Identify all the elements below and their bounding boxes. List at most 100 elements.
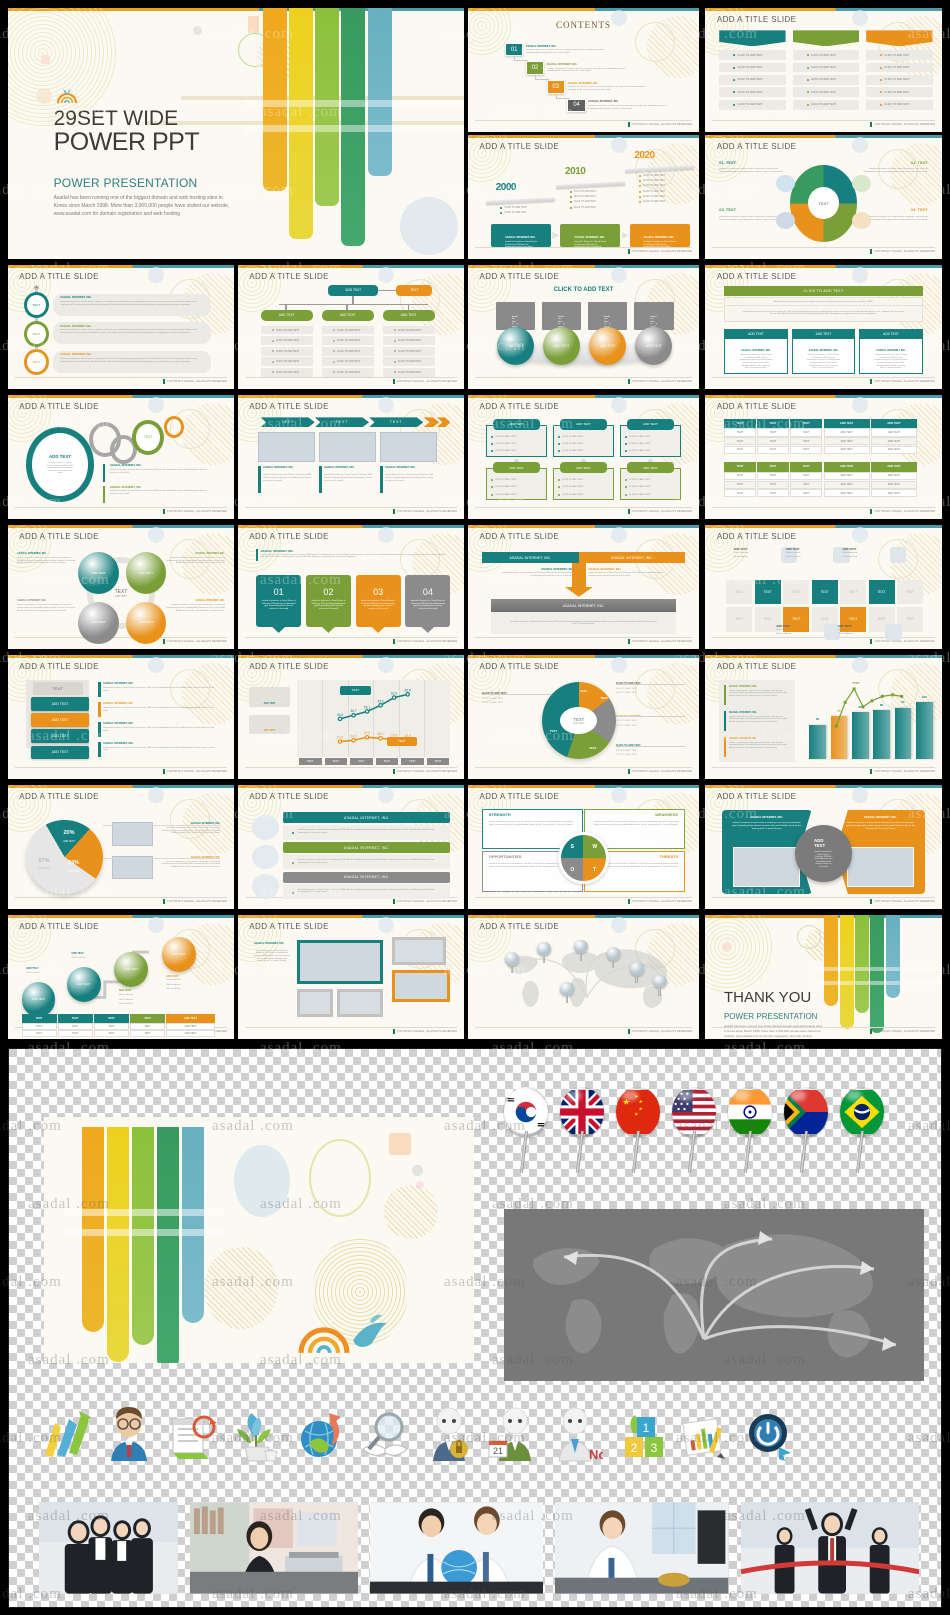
matrix-header[interactable]: ADD TEXT — [493, 461, 540, 474]
slide-numbered-tabs-slide[interactable]: ADD A TITLE SLIDE COPYRIGHT ASADAL, ALLRI… — [238, 525, 464, 649]
slide-four-quadrant-donut-slide[interactable]: ADD A TITLE SLIDE COPYRIGHT ASADAL, ALLRI… — [705, 135, 942, 259]
slide-circular-cycle-slide[interactable]: ADD A TITLE SLIDE COPYRIGHT ASADAL, ALLRI… — [8, 525, 234, 649]
org-row-item[interactable]: CLICK TO ADD TEXT — [321, 357, 374, 367]
column-banner-header[interactable]: CLICK TO ADD TEXT01 — [719, 30, 786, 47]
org-row-item[interactable]: CLICK TO ADD TEXT — [321, 336, 374, 345]
slide-line-chart-slide[interactable]: ADD A TITLE SLIDE COPYRIGHT ASADAL, ALLRI… — [238, 655, 464, 779]
column-row-item[interactable]: CLICK TO ADD TEXT — [719, 99, 786, 110]
column-row-item[interactable]: CLICK TO ADD TEXT — [719, 74, 786, 85]
top-banner[interactable]: CLICK TO ADD TEXT — [723, 286, 924, 296]
org-row-item[interactable]: CLICK TO ADD TEXT — [382, 325, 435, 335]
slide-pie-chart-photos-slide[interactable]: ADD A TITLE SLIDE COPYRIGHT ASADAL, ALLRI… — [8, 785, 234, 909]
stacked-bar[interactable]: ADD TEXT — [30, 729, 90, 744]
column-row-item[interactable]: CLICK TO ADD TEXT — [866, 50, 933, 61]
slide-banner-plus-three-cards-slide[interactable]: ADD A TITLE SLIDE COPYRIGHT ASADAL, ALLRI… — [705, 265, 942, 389]
row-banner[interactable]: ASADAL INTERNET, INC. — [283, 812, 451, 824]
org-row-item[interactable]: CLICK TO ADD TEXT — [321, 346, 374, 356]
left-banner[interactable]: ASADAL INTERNET, INC. — [481, 552, 579, 564]
grid-tile[interactable]: TEXT — [754, 579, 781, 605]
slide-org-chart-slide[interactable]: ADD A TITLE SLIDE COPYRIGHT ASADAL, ALLRI… — [238, 265, 464, 389]
grid-tile[interactable]: TEXT — [726, 606, 753, 632]
card-header[interactable]: ADD TEXT — [791, 329, 856, 340]
slide-photo-collage-slide[interactable]: ADD A TITLE SLIDE COPYRIGHT ASADAL, ALLRI… — [238, 915, 464, 1039]
slide-concentric-rings-slide[interactable]: ADD A TITLE SLIDE COPYRIGHT ASADAL, ALLRI… — [8, 395, 234, 519]
cycle-node[interactable]: ADD TEXT — [78, 601, 119, 645]
slide-two-panel-compare-slide[interactable]: ADD A TITLE SLIDE COPYRIGHT ASADAL, ALLRI… — [705, 785, 942, 909]
slide-tile-grid-callouts-slide[interactable]: ADD A TITLE SLIDE COPYRIGHT ASADAL, ALLRI… — [705, 525, 942, 649]
org-child-node[interactable]: ADD TEXT — [382, 309, 435, 321]
slide-four-sphere-podium-slide[interactable]: ADD A TITLE SLIDE COPYRIGHT ASADAL, ALLRI… — [468, 265, 699, 389]
grid-tile[interactable]: TEXT — [783, 579, 810, 605]
slide-two-tables-slide[interactable]: ADD A TITLE SLIDE COPYRIGHT ASADAL, ALLRI… — [705, 395, 942, 519]
matrix-header[interactable]: ADD TEXT — [560, 418, 607, 430]
compare-center[interactable]: ADD TEXT started its business in Seoul Ko… — [795, 824, 852, 882]
grid-tile[interactable]: TEXT — [840, 579, 867, 605]
column-row-item[interactable]: CLICK TO ADD TEXT — [792, 50, 860, 61]
ring-node[interactable]: TEXT — [23, 292, 49, 319]
tab-card[interactable]: 02 started its business in Seoul Korea in… — [305, 574, 351, 627]
timeline-card[interactable]: ASADAL INTERNET, INC. started its busines… — [560, 224, 621, 248]
sphere-node[interactable]: ADD TEXT — [635, 327, 673, 366]
org-row-item[interactable]: CLICK TO ADD TEXT — [382, 346, 435, 356]
timeline-card[interactable]: ASADAL INTERNET, INC. started its busines… — [491, 224, 552, 248]
grid-tile[interactable]: TEXT — [811, 579, 838, 605]
row-banner[interactable]: ASADAL INTERNET, INC. — [283, 842, 451, 854]
slide-staircase-spheres-slide[interactable]: ADD A TITLE SLIDECOPYRIGHT ASADAL, ALLRI… — [8, 915, 234, 1039]
stacked-bar[interactable]: ADD TEXT — [30, 713, 90, 727]
chevron-tab[interactable]: TEXT — [369, 417, 424, 428]
ring-node[interactable]: TEXT — [23, 349, 49, 376]
slide-icon-banner-list-slide[interactable]: ADD A TITLE SLIDE COPYRIGHT ASADAL, ALLRI… — [238, 785, 464, 909]
column-banner-header[interactable]: CLICK TO ADD TEXT02 — [792, 30, 860, 47]
column-row-item[interactable]: CLICK TO ADD TEXT — [719, 62, 786, 73]
matrix-header[interactable]: ADD TEXT — [560, 461, 607, 474]
contents-number-badge[interactable]: 01 — [504, 42, 524, 57]
grid-tile[interactable]: TEXT — [726, 579, 753, 605]
slide-thank-you[interactable]: THANK YOU POWER PRESENTATION Asadal has … — [705, 915, 942, 1039]
column-row-item[interactable]: CLICK TO ADD TEXT — [866, 62, 933, 73]
staircase-sphere[interactable]: ADD TEXT — [161, 937, 196, 973]
row-banner[interactable]: ASADAL INTERNET, INC. — [283, 871, 451, 883]
chevron-tab[interactable]: TEXT — [260, 417, 315, 428]
tab-card[interactable]: 04 started its business in Seoul Korea in… — [405, 574, 451, 627]
contents-number-badge[interactable]: 02 — [525, 61, 545, 75]
staircase-sphere[interactable]: ADD TEXT — [66, 967, 101, 1002]
slide-timeline-years-slide[interactable]: ADD A TITLE SLIDE COPYRIGHT ASADAL, ALLRI… — [468, 135, 699, 259]
contents-number-badge[interactable]: 03 — [546, 79, 565, 94]
org-child-node[interactable]: ADD TEXT — [321, 309, 374, 321]
small-ring-green[interactable]: TEXT — [132, 419, 164, 455]
org-sibling-node[interactable]: TEXT — [396, 284, 433, 296]
slide-six-box-matrix-slide[interactable]: ADD A TITLE SLIDE COPYRIGHT ASADAL, ALLRI… — [468, 395, 699, 519]
sphere-node[interactable]: ADD TEXT — [496, 327, 534, 366]
org-row-item[interactable]: CLICK TO ADD TEXT — [260, 336, 313, 345]
staircase-sphere[interactable]: ADD TEXT — [21, 981, 56, 1017]
contents-number-badge[interactable]: 04 — [567, 98, 586, 113]
org-child-node[interactable]: ADD TEXT — [260, 309, 313, 321]
column-row-item[interactable]: CLICK TO ADD TEXT — [866, 87, 933, 98]
cycle-node[interactable]: ADD TEXT — [125, 601, 167, 645]
column-row-item[interactable]: CLICK TO ADD TEXT — [719, 87, 786, 98]
org-row-item[interactable]: CLICK TO ADD TEXT — [260, 367, 313, 377]
column-row-item[interactable]: CLICK TO ADD TEXT — [792, 62, 860, 73]
org-row-item[interactable]: CLICK TO ADD TEXT — [260, 325, 313, 335]
org-row-item[interactable]: CLICK TO ADD TEXT — [260, 357, 313, 367]
timeline-card[interactable]: ASADAL INTERNET, INC. started its busines… — [629, 224, 690, 248]
org-row-item[interactable]: CLICK TO ADD TEXT — [382, 357, 435, 367]
slide-world-map-pins-slide[interactable]: ADD A TITLE SLIDE COPYRIGHT ASADAL, ALLRI… — [468, 915, 699, 1039]
slide-donut-callouts-slide[interactable]: ADD A TITLE SLIDE COPYRIGHT ASADAL, ALLRI… — [468, 655, 699, 779]
org-row-item[interactable]: CLICK TO ADD TEXT — [382, 336, 435, 345]
chevron-tab[interactable]: TEXT — [314, 417, 370, 428]
slide-vertical-timeline-rings-slide[interactable]: ADD A TITLE SLIDE COPYRIGHT ASADAL, ALLRI… — [8, 265, 234, 389]
column-row-item[interactable]: CLICK TO ADD TEXT — [792, 99, 860, 110]
slide-stacked-bars-list-slide[interactable]: ADD A TITLE SLIDE COPYRIGHT ASADAL, ALLRI… — [8, 655, 234, 779]
slide-bar-chart-slide[interactable]: ADD A TITLE SLIDE COPYRIGHT ASADAL, ALLRI… — [705, 655, 942, 779]
cycle-node[interactable]: ADD TEXT — [78, 552, 119, 595]
stacked-bar[interactable]: ADD TEXT — [30, 745, 90, 760]
matrix-header[interactable]: ADD TEXT — [627, 418, 674, 430]
column-row-item[interactable]: CLICK TO ADD TEXT — [866, 74, 933, 85]
stacked-bar[interactable]: ADD TEXT — [30, 697, 90, 711]
org-row-item[interactable]: CLICK TO ADD TEXT — [382, 367, 435, 377]
matrix-header[interactable]: ADD TEXT — [493, 418, 540, 430]
card-header[interactable]: ADD TEXT — [723, 329, 788, 340]
right-banner[interactable]: ASADAL INTERNET, INC. — [578, 552, 686, 564]
slide-merge-arrow-slide[interactable]: ADD A TITLE SLIDE COPYRIGHT ASADAL, ALLRI… — [468, 525, 699, 649]
